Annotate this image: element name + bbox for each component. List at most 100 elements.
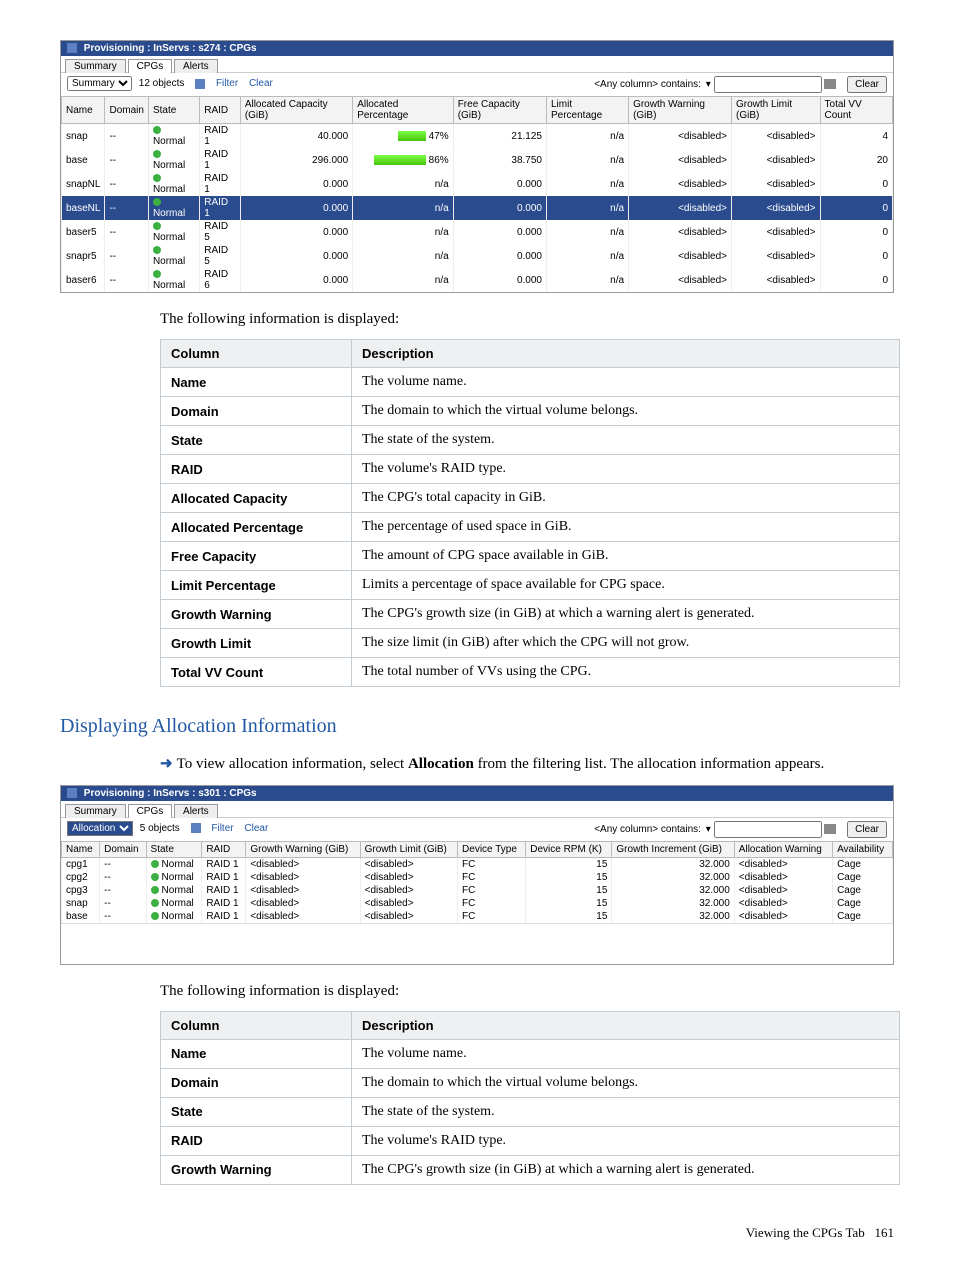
grid-header[interactable]: Device Type: [458, 841, 526, 857]
grid-header[interactable]: Name: [62, 841, 100, 857]
table-row[interactable]: base--NormalRAID 1296.000 86%38.750n/a<d…: [62, 148, 893, 172]
panel-title-text: Provisioning : InServs : s274 : CPGs: [84, 43, 257, 54]
filter-dropdown[interactable]: Summary: [67, 76, 132, 91]
table-row[interactable]: snap--NormalRAID 1<disabled><disabled>FC…: [62, 897, 893, 910]
grid-header[interactable]: Allocated Percentage: [353, 97, 454, 124]
section-heading: Displaying Allocation Information: [60, 715, 894, 738]
dropdown-icon-2[interactable]: ▾: [706, 824, 711, 835]
summary-grid: NameDomainStateRAIDAllocated Capacity (G…: [61, 96, 893, 292]
desc-row: DomainThe domain to which the virtual vo…: [161, 1068, 900, 1097]
search-input-2[interactable]: [714, 821, 822, 838]
grid-header[interactable]: Growth Warning (GiB): [629, 97, 732, 124]
cpgs-allocation-panel: Provisioning : InServs : s301 : CPGs Sum…: [60, 785, 894, 965]
table-row[interactable]: snapNL--NormalRAID 10.000n/a0.000n/a<dis…: [62, 172, 893, 196]
arrow-icon: ➜: [160, 756, 173, 772]
grid-header[interactable]: Free Capacity (GiB): [453, 97, 546, 124]
desc-row: StateThe state of the system.: [161, 426, 900, 455]
desc-head-desc: Description: [352, 340, 900, 368]
object-count-2: 5 objects: [140, 823, 180, 834]
table-row[interactable]: snapr5--NormalRAID 50.000n/a0.000n/a<dis…: [62, 244, 893, 268]
tab-cpgs[interactable]: CPGs: [128, 59, 173, 73]
desc-row: Growth LimitThe size limit (in GiB) afte…: [161, 629, 900, 658]
tab-cpgs-2[interactable]: CPGs: [128, 804, 173, 818]
table-row[interactable]: cpg2--NormalRAID 1<disabled><disabled>FC…: [62, 871, 893, 884]
grid-header[interactable]: Allocation Warning: [734, 841, 832, 857]
grid-header[interactable]: Name: [62, 97, 105, 124]
allocation-desc-table: Column Description NameThe volume name.D…: [160, 1011, 900, 1185]
desc-row: Limit PercentageLimits a percentage of s…: [161, 571, 900, 600]
grid-header[interactable]: RAID: [202, 841, 246, 857]
grid-header[interactable]: Domain: [105, 97, 148, 124]
desc-row: RAIDThe volume's RAID type.: [161, 455, 900, 484]
table-row[interactable]: baseNL--NormalRAID 10.000n/a0.000n/a<dis…: [62, 196, 893, 220]
grid-header[interactable]: Growth Limit (GiB): [360, 841, 457, 857]
panel-tabs-2: Summary CPGs Alerts: [61, 801, 893, 817]
toolbar: Summary 12 objects Filter Clear <Any col…: [61, 72, 893, 96]
table-row[interactable]: base--NormalRAID 1<disabled><disabled>FC…: [62, 910, 893, 923]
anycol-label-2: <Any column> contains:: [594, 824, 701, 835]
printer-icon-2[interactable]: [824, 824, 836, 834]
filter-dropdown-2[interactable]: Allocation: [67, 821, 133, 836]
desc-row: Growth WarningThe CPG's growth size (in …: [161, 600, 900, 629]
grid-header[interactable]: Availability: [833, 841, 893, 857]
filter-link[interactable]: Filter: [216, 78, 238, 89]
desc-head-col: Column: [161, 340, 352, 368]
window-icon: [67, 788, 77, 798]
desc-row: Total VV CountThe total number of VVs us…: [161, 658, 900, 687]
filter-link-2[interactable]: Filter: [211, 823, 233, 834]
tab-summary[interactable]: Summary: [65, 59, 126, 73]
filter-icon-2[interactable]: [191, 823, 201, 833]
search-input[interactable]: [714, 76, 822, 93]
table-row[interactable]: snap--NormalRAID 140.000 47%21.125n/a<di…: [62, 124, 893, 149]
panel-title: Provisioning : InServs : s274 : CPGs: [61, 41, 893, 56]
clear-link-2[interactable]: Clear: [244, 823, 268, 834]
panel-title-2-text: Provisioning : InServs : s301 : CPGs: [84, 788, 257, 799]
intro-text-2: The following information is displayed:: [160, 981, 894, 1001]
clear-button[interactable]: Clear: [847, 76, 887, 93]
table-row[interactable]: baser6--NormalRAID 60.000n/a0.000n/a<dis…: [62, 268, 893, 292]
allocation-intro: ➜To view allocation information, select …: [160, 754, 894, 774]
desc-row: Free CapacityThe amount of CPG space ava…: [161, 542, 900, 571]
window-icon: [67, 43, 77, 53]
desc-row: Allocated PercentageThe percentage of us…: [161, 513, 900, 542]
desc-row: Allocated CapacityThe CPG's total capaci…: [161, 484, 900, 513]
desc-row: DomainThe domain to which the virtual vo…: [161, 397, 900, 426]
page-footer: Viewing the CPGs Tab 161: [60, 1225, 894, 1241]
desc-row: NameThe volume name.: [161, 368, 900, 397]
summary-desc-table: Column Description NameThe volume name.D…: [160, 339, 900, 687]
grid-header[interactable]: Total VV Count: [820, 97, 892, 124]
filter-icon[interactable]: [195, 79, 205, 89]
dropdown-icon[interactable]: ▾: [706, 79, 711, 90]
grid-header[interactable]: Domain: [100, 841, 146, 857]
grid-header[interactable]: Limit Percentage: [546, 97, 628, 124]
grid-header[interactable]: State: [148, 97, 199, 124]
anycol-label: <Any column> contains:: [594, 79, 701, 90]
toolbar-2: Allocation 5 objects Filter Clear <Any c…: [61, 817, 893, 841]
grid-header[interactable]: State: [146, 841, 202, 857]
printer-icon[interactable]: [824, 79, 836, 89]
grid-header[interactable]: Growth Increment (GiB): [612, 841, 734, 857]
grid-header[interactable]: Growth Warning (GiB): [246, 841, 360, 857]
table-row[interactable]: baser5--NormalRAID 50.000n/a0.000n/a<dis…: [62, 220, 893, 244]
desc2-head-col: Column: [161, 1011, 352, 1039]
panel-tabs: Summary CPGs Alerts: [61, 56, 893, 72]
grid-header[interactable]: Growth Limit (GiB): [732, 97, 821, 124]
tab-summary-2[interactable]: Summary: [65, 804, 126, 818]
clear-button-2[interactable]: Clear: [847, 821, 887, 838]
desc-row: StateThe state of the system.: [161, 1097, 900, 1126]
clear-link[interactable]: Clear: [249, 78, 273, 89]
object-count: 12 objects: [139, 78, 185, 89]
tab-alerts[interactable]: Alerts: [174, 59, 218, 73]
table-row[interactable]: cpg3--NormalRAID 1<disabled><disabled>FC…: [62, 884, 893, 897]
desc-row: RAIDThe volume's RAID type.: [161, 1126, 900, 1155]
grid-header[interactable]: Allocated Capacity (GiB): [240, 97, 352, 124]
intro-text-1: The following information is displayed:: [160, 309, 894, 329]
desc-row: Growth WarningThe CPG's growth size (in …: [161, 1155, 900, 1184]
table-row[interactable]: cpg1--NormalRAID 1<disabled><disabled>FC…: [62, 857, 893, 871]
panel-title-2: Provisioning : InServs : s301 : CPGs: [61, 786, 893, 801]
allocation-grid: NameDomainStateRAIDGrowth Warning (GiB)G…: [61, 841, 893, 923]
tab-alerts-2[interactable]: Alerts: [174, 804, 218, 818]
cpgs-summary-panel: Provisioning : InServs : s274 : CPGs Sum…: [60, 40, 894, 293]
grid-header[interactable]: RAID: [200, 97, 241, 124]
grid-header[interactable]: Device RPM (K): [526, 841, 612, 857]
